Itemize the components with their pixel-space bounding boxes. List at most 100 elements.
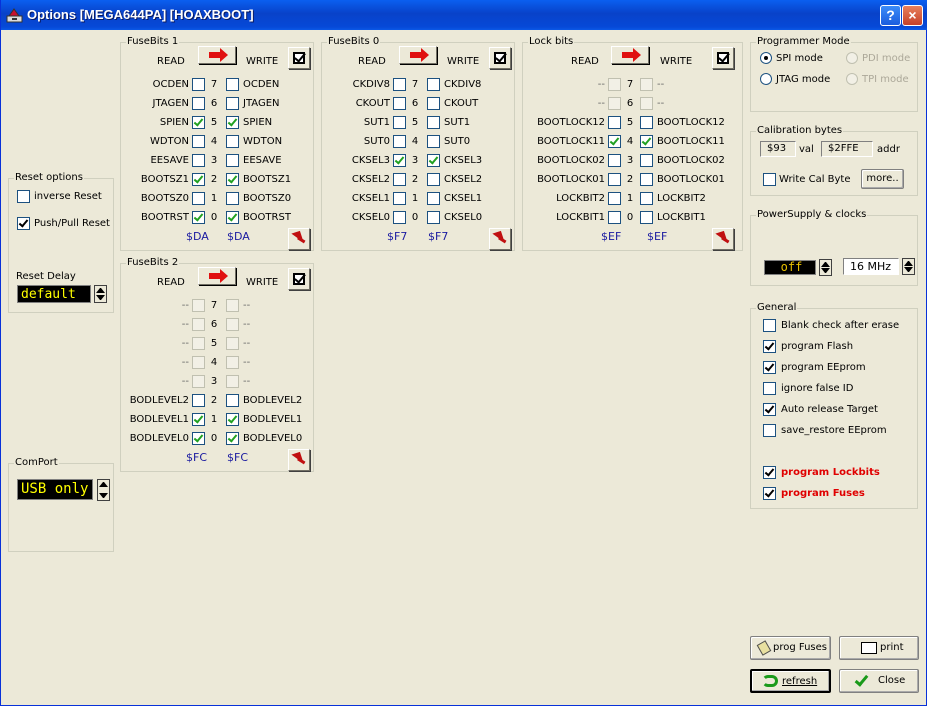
general-option-checkbox[interactable] (763, 403, 776, 416)
lockbits-write-checkbox[interactable] (640, 173, 653, 186)
fusebits2-write-button[interactable] (288, 268, 310, 290)
spin-up-icon[interactable] (821, 262, 830, 267)
fusebits0-read-checkbox[interactable] (393, 78, 406, 91)
spin-up-icon[interactable] (904, 261, 913, 266)
lockbits-read-checkbox[interactable] (608, 116, 621, 129)
fusebits0-read-checkbox[interactable] (393, 116, 406, 129)
fusebits0-read-checkbox[interactable] (393, 97, 406, 110)
lockbits-write-checkbox[interactable] (640, 135, 653, 148)
fusebits0-write-button[interactable] (489, 47, 511, 69)
fusebits2-read-checkbox[interactable] (192, 337, 205, 350)
spin-down-icon[interactable] (821, 268, 830, 273)
lockbits-read-checkbox[interactable] (608, 211, 621, 224)
fusebits1-write-checkbox[interactable] (226, 78, 239, 91)
lockbits-read-checkbox[interactable] (608, 135, 621, 148)
spin-down-icon[interactable] (904, 267, 913, 272)
fusebits2-read-checkbox[interactable] (192, 356, 205, 369)
lockbits-read-checkbox[interactable] (608, 97, 621, 110)
reset-delay-spinner[interactable] (94, 285, 107, 303)
fusebits0-write-checkbox[interactable] (427, 78, 440, 91)
push-pull-reset-checkbox[interactable] (17, 217, 30, 230)
lockbits-read-checkbox[interactable] (608, 78, 621, 91)
fusebits0-read-checkbox[interactable] (393, 154, 406, 167)
fusebits2-read-checkbox[interactable] (192, 413, 205, 426)
refresh-button[interactable]: refresh (750, 669, 831, 693)
lockbits-write-checkbox[interactable] (640, 116, 653, 129)
general-option-checkbox[interactable] (763, 340, 776, 353)
lockbits-read-button[interactable] (611, 46, 649, 64)
fusebits2-write-checkbox[interactable] (226, 394, 239, 407)
general-option-checkbox[interactable] (763, 319, 776, 332)
more-button[interactable]: more.. (861, 169, 904, 189)
lockbits-write-button[interactable] (712, 47, 734, 69)
lockbits-write-checkbox[interactable] (640, 97, 653, 110)
tpi-mode-radio[interactable] (846, 73, 858, 85)
spin-up-icon[interactable] (99, 482, 108, 487)
fusebits1-write-checkbox[interactable] (226, 192, 239, 205)
general-option-checkbox[interactable] (763, 361, 776, 374)
lockbits-read-checkbox[interactable] (608, 173, 621, 186)
fusebits1-read-checkbox[interactable] (192, 97, 205, 110)
lockbits-apply-button[interactable] (712, 228, 734, 250)
fusebits1-write-checkbox[interactable] (226, 173, 239, 186)
fusebits2-write-checkbox[interactable] (226, 299, 239, 312)
spin-down-icon[interactable] (99, 493, 108, 498)
fusebits0-write-checkbox[interactable] (427, 173, 440, 186)
fusebits0-read-checkbox[interactable] (393, 135, 406, 148)
title-bar[interactable]: Options [MEGA644PA] [HOAXBOOT] ? × (1, 0, 927, 30)
fusebits2-read-checkbox[interactable] (192, 375, 205, 388)
fusebits1-apply-button[interactable] (288, 228, 310, 250)
fusebits2-read-button[interactable] (198, 267, 236, 285)
write-cal-byte-checkbox[interactable] (763, 173, 776, 186)
general-option-checkbox[interactable] (763, 487, 776, 500)
fusebits1-write-checkbox[interactable] (226, 154, 239, 167)
fusebits1-write-checkbox[interactable] (226, 97, 239, 110)
fusebits0-read-button[interactable] (399, 46, 437, 64)
lockbits-write-checkbox[interactable] (640, 192, 653, 205)
jtag-mode-radio[interactable] (760, 73, 772, 85)
fusebits1-read-checkbox[interactable] (192, 173, 205, 186)
fusebits1-write-checkbox[interactable] (226, 116, 239, 129)
general-option-checkbox[interactable] (763, 466, 776, 479)
close-window-button[interactable]: × (902, 5, 923, 26)
lockbits-write-checkbox[interactable] (640, 154, 653, 167)
fusebits2-read-checkbox[interactable] (192, 299, 205, 312)
prog-fuses-button[interactable]: prog Fuses (750, 636, 831, 660)
general-option-checkbox[interactable] (763, 382, 776, 395)
fusebits1-read-button[interactable] (198, 46, 236, 64)
fusebits1-read-checkbox[interactable] (192, 78, 205, 91)
fusebits1-write-checkbox[interactable] (226, 135, 239, 148)
fusebits2-write-checkbox[interactable] (226, 318, 239, 331)
fusebits2-write-checkbox[interactable] (226, 432, 239, 445)
fusebits0-write-checkbox[interactable] (427, 116, 440, 129)
fusebits0-write-checkbox[interactable] (427, 154, 440, 167)
fusebits0-write-checkbox[interactable] (427, 97, 440, 110)
comport-spinner[interactable] (97, 479, 110, 501)
fusebits1-read-checkbox[interactable] (192, 116, 205, 129)
spin-up-icon[interactable] (96, 288, 105, 293)
fusebits2-read-checkbox[interactable] (192, 432, 205, 445)
fusebits0-read-checkbox[interactable] (393, 173, 406, 186)
spin-down-icon[interactable] (96, 295, 105, 300)
fusebits1-read-checkbox[interactable] (192, 135, 205, 148)
clock-spinner[interactable] (902, 258, 915, 275)
fusebits1-read-checkbox[interactable] (192, 154, 205, 167)
help-button[interactable]: ? (880, 5, 901, 26)
fusebits2-read-checkbox[interactable] (192, 394, 205, 407)
fusebits0-write-checkbox[interactable] (427, 192, 440, 205)
close-button[interactable]: Close (839, 669, 919, 693)
fusebits2-read-checkbox[interactable] (192, 318, 205, 331)
general-option-checkbox[interactable] (763, 424, 776, 437)
fusebits2-write-checkbox[interactable] (226, 337, 239, 350)
lockbits-read-checkbox[interactable] (608, 154, 621, 167)
fusebits0-read-checkbox[interactable] (393, 211, 406, 224)
spi-mode-radio[interactable] (760, 52, 772, 64)
fusebits2-write-checkbox[interactable] (226, 356, 239, 369)
fusebits0-read-checkbox[interactable] (393, 192, 406, 205)
fusebits0-write-checkbox[interactable] (427, 211, 440, 224)
fusebits1-write-button[interactable] (288, 47, 310, 69)
fusebits1-write-checkbox[interactable] (226, 211, 239, 224)
lockbits-read-checkbox[interactable] (608, 192, 621, 205)
fusebits1-read-checkbox[interactable] (192, 192, 205, 205)
fusebits2-apply-button[interactable] (288, 449, 310, 471)
